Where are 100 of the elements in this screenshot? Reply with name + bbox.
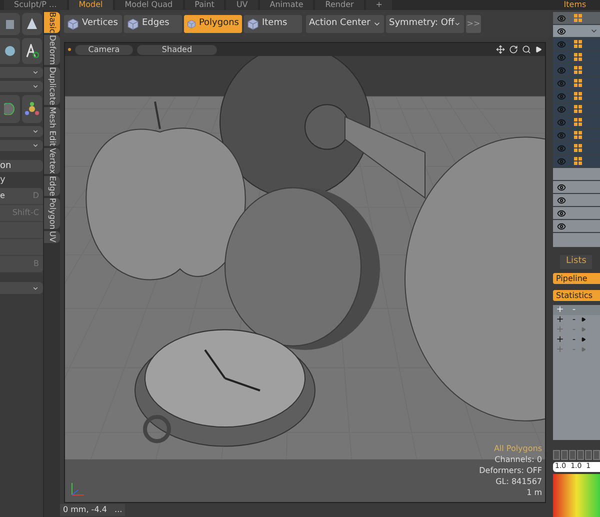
selection-mode-label: All Polygons [494, 443, 542, 454]
viewport-info-text: GL: 841567 [496, 476, 542, 487]
action-center-dropdown[interactable]: Action Center [306, 15, 384, 33]
color-swatch[interactable] [577, 450, 584, 460]
item-row[interactable] [553, 51, 600, 64]
item-row[interactable] [553, 38, 600, 51]
item-row[interactable] [553, 77, 600, 90]
caret-icon[interactable] [590, 27, 598, 35]
item-row[interactable] [553, 25, 600, 38]
eye-icon[interactable] [556, 182, 566, 192]
item-row[interactable] [553, 129, 600, 142]
cube-icon [247, 18, 259, 30]
shape-icon [4, 45, 16, 57]
color-swatch[interactable] [593, 450, 600, 460]
transform-gizmo-icon [25, 102, 39, 116]
item-row[interactable] [553, 103, 600, 116]
mesh-icon [574, 14, 582, 22]
item-row[interactable] [553, 181, 600, 194]
color-swatch[interactable] [553, 450, 560, 460]
camera-button[interactable]: Camera [75, 44, 133, 54]
mesh-icon [574, 105, 582, 113]
cylinder-tool-button[interactable] [0, 13, 20, 35]
side-tab[interactable]: Deform [44, 35, 60, 65]
selection-mode-button[interactable]: Items [244, 15, 302, 33]
pipeline-button[interactable]: Pipeline [553, 272, 600, 284]
selection-mode-button[interactable]: Vertices [64, 15, 122, 33]
side-tab[interactable]: UV [44, 231, 60, 243]
mesh-icon [574, 92, 582, 100]
sphere-tool-button[interactable] [0, 95, 20, 123]
selection-mode-button[interactable]: Edges [124, 15, 182, 33]
color-swatch[interactable] [585, 450, 592, 460]
item-row[interactable] [553, 155, 600, 168]
shape-tool-button[interactable] [0, 38, 20, 64]
layout-tab[interactable]: Model Quad [114, 0, 183, 10]
item-row[interactable] [553, 90, 600, 103]
side-tab[interactable]: Vertex [44, 148, 60, 174]
eye-icon[interactable] [556, 14, 566, 22]
layout-tab[interactable]: + [366, 0, 392, 10]
cube-icon [67, 18, 79, 30]
tool-button[interactable]: on [0, 160, 43, 172]
item-row[interactable] [553, 220, 600, 233]
eye-icon[interactable] [556, 208, 566, 218]
play-icon[interactable] [535, 46, 542, 53]
eye-icon[interactable] [556, 196, 566, 204]
cube-icon [187, 18, 196, 30]
item-row[interactable] [553, 64, 600, 77]
column-header: + [555, 304, 565, 314]
cube-icon [127, 18, 139, 30]
side-tab[interactable]: Basic [44, 12, 60, 34]
mesh-icon [574, 40, 582, 48]
selection-mode-button[interactable]: Polygons [184, 15, 242, 33]
symmetry-dropdown[interactable]: Symmetry: Off [386, 15, 464, 33]
coordinates-readout: 0 mm, -4.4 ... [60, 504, 126, 516]
side-tab[interactable]: Mesh Edit [44, 107, 60, 146]
dome-icon [4, 103, 16, 115]
layout-tab[interactable]: Paint [184, 0, 224, 10]
mesh-icon [574, 53, 582, 61]
mesh-icon [574, 66, 582, 74]
layout-tab[interactable]: Animate [260, 0, 314, 10]
search-icon[interactable] [522, 45, 531, 54]
layout-tab[interactable]: Render [315, 0, 364, 10]
cone-icon [26, 18, 38, 30]
eye-icon[interactable] [556, 26, 566, 36]
eye-icon[interactable] [556, 222, 566, 230]
column-header: - [571, 304, 577, 314]
command-label: e [0, 190, 5, 202]
side-tab[interactable]: Duplicate [44, 66, 60, 106]
mesh-icon [574, 79, 582, 87]
statistics-row[interactable]: + - [553, 314, 600, 324]
caret-icon [454, 20, 461, 28]
text-tool-icon [25, 44, 39, 58]
viewport-info-text: Channels: 0 [494, 454, 542, 465]
layout-tab[interactable]: UV [226, 0, 258, 10]
shading-button[interactable]: Shaded [137, 44, 217, 54]
lists-tab[interactable]: Lists [560, 255, 592, 268]
statistics-row[interactable]: + - [553, 334, 600, 344]
layout-tab[interactable]: Model [68, 0, 113, 10]
item-row[interactable] [553, 194, 600, 207]
transform-tool-button[interactable] [22, 95, 42, 123]
color-swatch[interactable] [561, 450, 568, 460]
caret-icon [32, 284, 39, 292]
viewport-info-text: Deformers: OFF [479, 465, 542, 476]
cone-tool-button[interactable] [22, 13, 42, 35]
rotate-icon[interactable] [509, 45, 518, 54]
text-tool-button[interactable] [22, 38, 42, 64]
caret-icon [373, 20, 381, 28]
color-gradient[interactable] [553, 474, 600, 517]
side-tab[interactable]: Edge [44, 176, 60, 196]
pan-icon[interactable] [496, 45, 505, 54]
item-row[interactable] [553, 207, 600, 220]
color-swatch[interactable] [569, 450, 576, 460]
mesh-icon [574, 131, 582, 139]
statistics-button[interactable]: Statistics [553, 290, 600, 300]
item-row[interactable] [553, 142, 600, 155]
side-tab[interactable]: Polygon [44, 198, 60, 230]
item-row[interactable] [553, 12, 600, 25]
viewport-info-text: 1 m [526, 487, 542, 498]
layout-tab[interactable]: Sculpt/P ... [4, 0, 67, 10]
mesh-icon [574, 144, 582, 152]
item-row[interactable] [553, 116, 600, 129]
